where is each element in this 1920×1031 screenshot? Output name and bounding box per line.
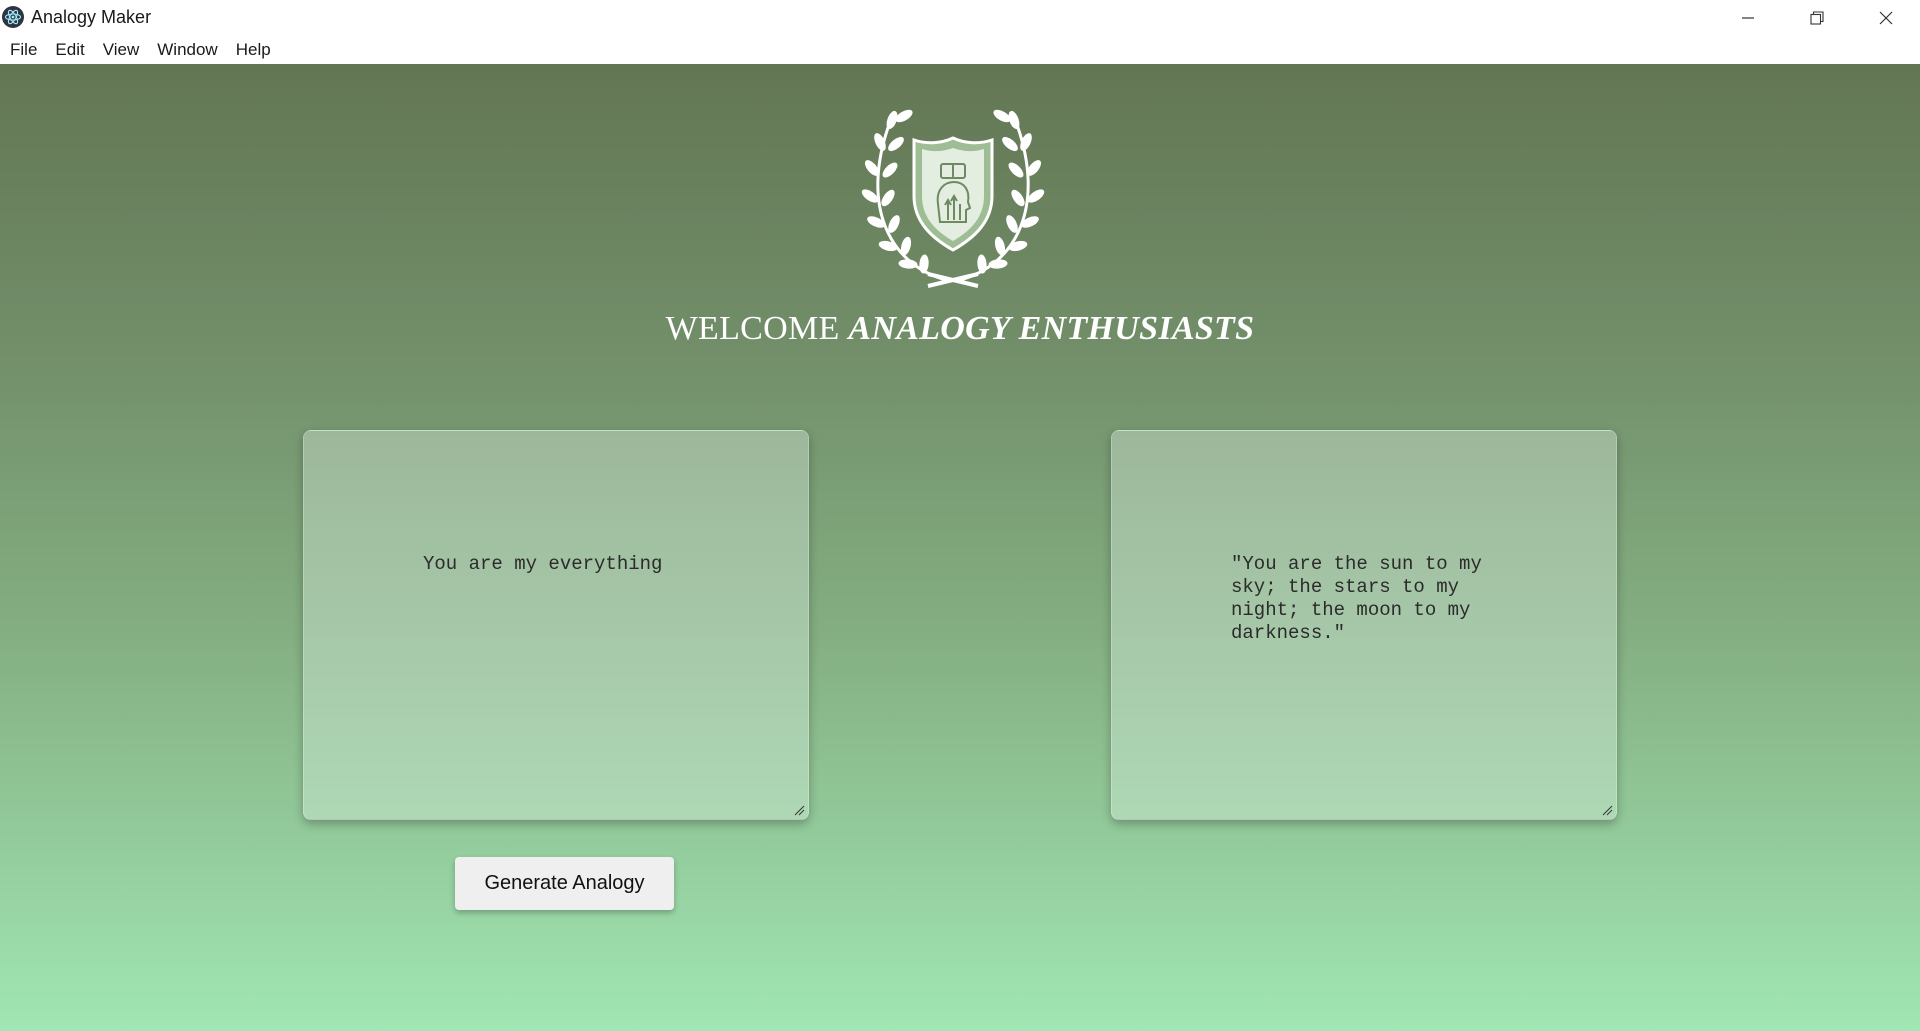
electron-app-icon xyxy=(2,6,24,28)
close-icon xyxy=(1879,11,1892,24)
resize-grip-icon[interactable] xyxy=(1602,805,1613,816)
app-window: Analogy Maker File Edit View Window Help… xyxy=(0,0,1920,1031)
welcome-emphasis-text: ANALOGY ENTHUSIASTS xyxy=(848,310,1255,347)
welcome-heading: WELCOME ANALOGY ENTHUSIASTS xyxy=(0,310,1920,348)
menu-help[interactable]: Help xyxy=(227,35,280,64)
input-text: You are my everything xyxy=(423,553,663,575)
input-textarea[interactable]: You are my everything xyxy=(303,430,809,820)
minimize-button[interactable] xyxy=(1713,0,1782,35)
restore-icon xyxy=(1809,10,1824,25)
menu-edit[interactable]: Edit xyxy=(46,35,93,64)
menu-window[interactable]: Window xyxy=(148,35,226,64)
menu-view[interactable]: View xyxy=(94,35,149,64)
generate-analogy-button[interactable]: Generate Analogy xyxy=(455,857,674,910)
menu-bar: File Edit View Window Help xyxy=(0,35,1920,64)
menu-file[interactable]: File xyxy=(0,35,46,64)
welcome-plain-text: WELCOME xyxy=(665,310,849,347)
resize-grip-icon[interactable] xyxy=(794,805,805,816)
title-bar[interactable]: Analogy Maker xyxy=(0,0,1920,35)
main-content: WELCOME ANALOGY ENTHUSIASTS You are my e… xyxy=(0,64,1920,1031)
output-textarea[interactable]: "You are the sun to my sky; the stars to… xyxy=(1111,430,1617,820)
close-button[interactable] xyxy=(1851,0,1920,35)
output-text: "You are the sun to my sky; the stars to… xyxy=(1231,553,1494,644)
laurel-shield-emblem-icon xyxy=(859,107,1047,288)
window-title: Analogy Maker xyxy=(31,7,152,27)
window-controls xyxy=(1713,0,1920,35)
restore-button[interactable] xyxy=(1782,0,1851,35)
minimize-icon xyxy=(1741,16,1754,19)
